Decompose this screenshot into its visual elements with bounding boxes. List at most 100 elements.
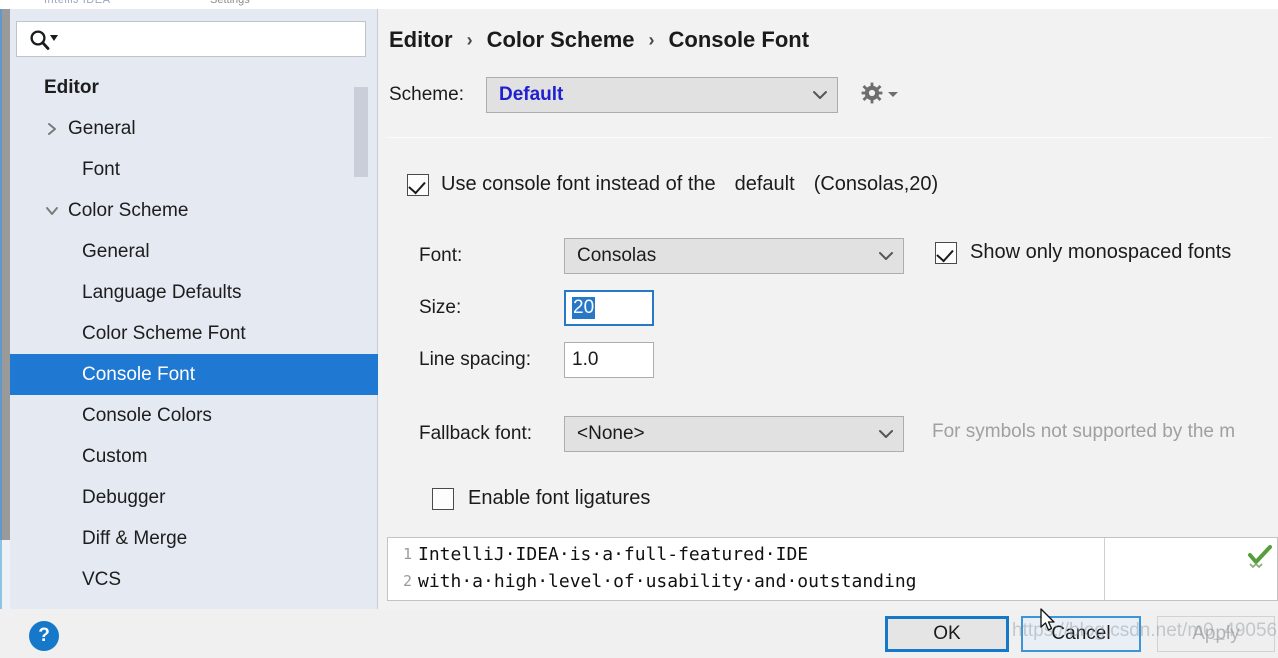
sidebar-scrollbar-thumb[interactable] <box>354 87 368 177</box>
size-input-value: 20 <box>572 297 596 319</box>
sidebar-item-console-font[interactable]: Console Font <box>10 354 378 395</box>
sidebar-item-language-defaults[interactable]: Language Defaults <box>10 272 378 313</box>
font-preview-pane[interactable]: ::::: 1 IntelliJ·IDEA·is·a·full-featured… <box>387 537 1278 601</box>
sidebar-item-console-colors[interactable]: Console Colors <box>10 395 378 436</box>
ligatures-row[interactable]: Enable font ligatures <box>432 487 650 510</box>
window-title-ghost-right: Settings <box>210 0 250 6</box>
sidebar-item-vcs[interactable]: VCS <box>10 559 378 600</box>
fallback-font-dropdown[interactable]: <None> <box>564 416 904 452</box>
help-button[interactable]: ? <box>29 621 59 651</box>
show-monospaced-label: Show only monospaced fonts <box>970 241 1232 263</box>
settings-dialog: IntelliJ IDEA Settings Editor General Fo… <box>0 0 1278 658</box>
dialog-footer: ? OK Cancel Apply <box>0 609 1278 658</box>
green-check-icon[interactable] <box>1247 543 1273 569</box>
sidebar-item-label: Console Font <box>82 363 196 385</box>
use-console-font-checkbox[interactable] <box>407 173 429 196</box>
size-label: Size: <box>419 297 462 318</box>
sidebar-item-label: General <box>68 117 136 139</box>
scheme-label: Scheme: <box>389 84 464 105</box>
line-spacing-row: Line spacing: 1.0 <box>419 342 654 378</box>
panel-divider <box>387 137 1271 138</box>
cancel-button[interactable]: Cancel <box>1021 616 1141 652</box>
font-dropdown-value: Consolas <box>577 245 657 266</box>
sidebar-item-color-scheme[interactable]: Color Scheme <box>10 190 378 231</box>
size-input[interactable]: 20 <box>564 290 654 326</box>
fallback-font-row: Fallback font: <None> <box>419 416 904 452</box>
settings-sidebar: Editor General Font Color Scheme General… <box>10 9 378 609</box>
fallback-font-value: <None> <box>577 423 645 444</box>
scheme-row: Scheme: Default <box>389 77 902 113</box>
gear-icon <box>860 81 884 110</box>
chevron-down-icon[interactable] <box>44 203 60 219</box>
fallback-font-label: Fallback font: <box>419 423 532 444</box>
search-box[interactable] <box>16 21 366 57</box>
show-monospaced-row[interactable]: Show only monospaced fonts <box>935 241 1231 264</box>
use-console-font-row[interactable]: Use console font instead of the default … <box>407 173 938 196</box>
left-rail-lower <box>0 540 10 609</box>
chevron-right-icon[interactable] <box>44 121 60 137</box>
chevron-down-icon <box>869 417 903 451</box>
sidebar-item-label: Debugger <box>82 486 166 508</box>
line-spacing-label: Line spacing: <box>419 349 531 370</box>
sidebar-item-font[interactable]: Font <box>10 149 378 190</box>
sidebar-item-editor[interactable]: Editor <box>10 67 378 108</box>
fallback-font-hint: For symbols not supported by the m <box>932 421 1236 442</box>
window-title-ghost-left: IntelliJ IDEA <box>44 0 111 6</box>
sidebar-item-label: Language Defaults <box>82 281 242 303</box>
sidebar-item-label: Custom <box>82 445 148 467</box>
search-input[interactable] <box>63 23 361 55</box>
show-monospaced-checkbox[interactable] <box>935 241 957 264</box>
sidebar-item-label: Color Scheme Font <box>82 322 246 344</box>
sidebar-item-general-cs[interactable]: General <box>10 231 378 272</box>
font-label: Font: <box>419 245 463 266</box>
breadcrumb-color-scheme[interactable]: Color Scheme <box>487 27 635 53</box>
sidebar-item-label: Font <box>82 158 121 180</box>
breadcrumb-separator-icon: › <box>466 29 473 50</box>
sidebar-item-label: Editor <box>44 76 99 98</box>
breadcrumb-editor[interactable]: Editor <box>389 27 453 53</box>
size-row: Size: 20 <box>419 290 654 326</box>
preview-line-text: with·a·high·level·of·usability·and·outst… <box>418 570 917 592</box>
scheme-dropdown-value: Default <box>498 84 564 105</box>
scheme-dropdown[interactable]: Default <box>485 77 838 113</box>
sidebar-item-label: Color Scheme <box>68 199 189 221</box>
ligatures-checkbox[interactable] <box>432 487 454 510</box>
settings-tree: Editor General Font Color Scheme General… <box>10 67 378 607</box>
preview-line-text: IntelliJ·IDEA·is·a·full-featured·IDE <box>418 543 809 565</box>
apply-button: Apply <box>1157 616 1275 652</box>
ligatures-label: Enable font ligatures <box>468 487 651 509</box>
breadcrumb-console-font: Console Font <box>668 27 810 52</box>
line-spacing-value: 1.0 <box>572 349 599 370</box>
sidebar-item-label: VCS <box>82 568 122 590</box>
preview-line: 2 with·a·high·level·of·usability·and·out… <box>388 568 917 594</box>
sidebar-item-diff-merge[interactable]: Diff & Merge <box>10 518 378 559</box>
use-console-font-label: Use console font instead of the <box>441 173 716 195</box>
breadcrumb-separator-icon: › <box>648 29 655 50</box>
sidebar-item-debugger[interactable]: Debugger <box>10 477 378 518</box>
default-font-link[interactable]: default <box>735 173 795 196</box>
chevron-down-icon <box>869 239 903 273</box>
sidebar-item-label: General <box>82 240 150 262</box>
scheme-settings-button[interactable] <box>860 80 902 110</box>
sidebar-item-custom[interactable]: Custom <box>10 436 378 477</box>
search-icon <box>27 29 61 51</box>
window-title-strip: IntelliJ IDEA Settings <box>0 0 1278 9</box>
preview-line: 1 IntelliJ·IDEA·is·a·full-featured·IDE <box>388 541 808 567</box>
font-dropdown[interactable]: Consolas <box>564 238 904 274</box>
preview-split-divider <box>1104 538 1105 600</box>
ok-button[interactable]: OK <box>885 616 1009 652</box>
preview-line-number: 2 <box>402 572 412 590</box>
chevron-down-icon <box>803 78 837 112</box>
font-row: Font: Consolas <box>419 238 904 274</box>
line-spacing-input[interactable]: 1.0 <box>564 342 654 378</box>
sidebar-item-color-scheme-font[interactable]: Color Scheme Font <box>10 313 378 354</box>
mouse-cursor-icon <box>1040 608 1058 634</box>
console-font-panel: Editor › Color Scheme › Console Font Sch… <box>379 9 1278 609</box>
sidebar-item-label: Diff & Merge <box>82 527 188 549</box>
chevron-down-icon <box>887 86 899 104</box>
breadcrumb: Editor › Color Scheme › Console Font <box>389 27 809 53</box>
sidebar-item-general[interactable]: General <box>10 108 378 149</box>
default-font-value: (Consolas,20) <box>813 173 939 195</box>
sidebar-item-label: Console Colors <box>82 404 212 426</box>
left-rail <box>0 9 10 609</box>
